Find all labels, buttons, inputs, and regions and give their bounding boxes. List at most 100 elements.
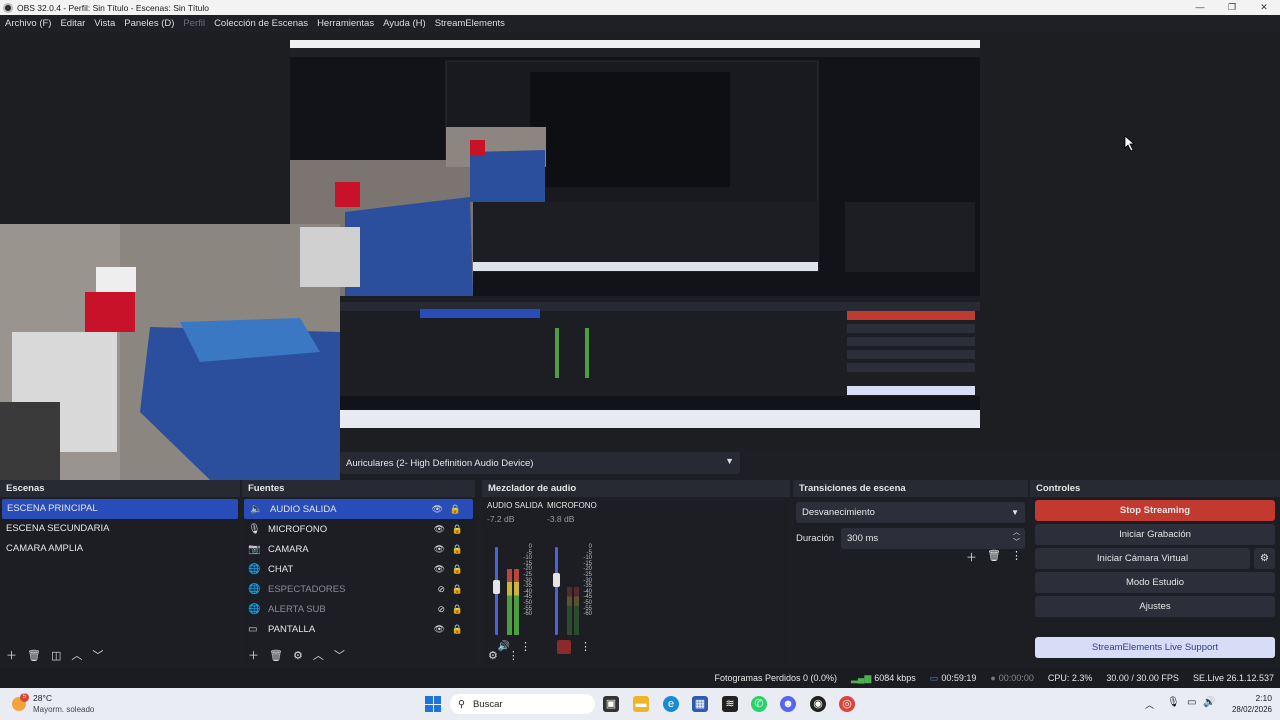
weather-desc: Mayorm. soleado (33, 705, 95, 714)
tray-chevron-icon[interactable]: ︿ (1145, 698, 1154, 711)
settings-button[interactable]: Ajustes (1035, 596, 1275, 617)
add-source-button[interactable]: ＋ (248, 647, 259, 663)
fps: 30.00 / 30.00 FPS (1106, 673, 1179, 683)
mixer-toolbar: ⚙ ⋮ (482, 644, 790, 666)
stream-icon: ▭ (929, 672, 939, 683)
level-meter (567, 586, 572, 635)
source-item[interactable]: 📷 CAMARA 👁 🔒 (242, 539, 475, 559)
task-view-icon[interactable]: ▣ (603, 696, 619, 712)
menu-item-1[interactable]: Editar (60, 18, 85, 29)
preview-canvas[interactable] (0, 32, 980, 480)
mixer-settings-icon[interactable]: ⚙ (488, 649, 498, 662)
record-time: 00:00:00 (998, 673, 1034, 683)
menu-item-2[interactable]: Vista (94, 18, 115, 29)
eye-icon[interactable]: 👁 (434, 524, 445, 535)
menu-item-4[interactable]: Perfil (183, 18, 205, 29)
clock-time[interactable]: 2:10 (1222, 693, 1272, 703)
move-down-button[interactable]: ﹀ (334, 647, 345, 663)
gear-icon[interactable]: ⚙ (1254, 548, 1275, 569)
status-bar: Fotogramas Perdidos 0 (0.0%) ▂▄▆ 6084 kb… (0, 668, 1280, 688)
volume-fader[interactable] (555, 547, 558, 635)
move-up-button[interactable]: ︿ (313, 647, 324, 663)
eye-icon[interactable]: 👁 (432, 504, 443, 515)
whatsapp-icon[interactable]: ✆ (751, 696, 767, 712)
menu-item-3[interactable]: Paneles (D) (124, 18, 174, 29)
sources-dock: Fuentes 🔈 AUDIO SALIDA 👁 🔒 🎙 MICROFONO 👁 🔒 📷 CAMA… (242, 480, 475, 666)
clock-date[interactable]: 28/02/2026 (1222, 705, 1272, 714)
mixer-channels: AUDIO SALIDA -7.2 dB 0 -5 -10 -15 -20 -25 -30 -35… (482, 497, 790, 654)
taskbar-search[interactable]: ⚲ Buscar (450, 694, 595, 714)
obs-icon[interactable]: ◉ (810, 696, 826, 712)
source-item[interactable]: 🎙 MICROFONO 👁 🔒 (242, 519, 475, 539)
scene-item[interactable]: CAMARA AMPLIA (0, 539, 240, 559)
source-item[interactable]: 🔈 AUDIO SALIDA 👁 🔒 (244, 499, 473, 519)
lock-icon[interactable]: 🔒 (452, 564, 463, 575)
menu-item-7[interactable]: Ayuda (H) (383, 18, 426, 29)
menu-item-0[interactable]: Archivo (F) (5, 18, 51, 29)
sources-list: 🔈 AUDIO SALIDA 👁 🔒 🎙 MICROFONO 👁 🔒 📷 CAMARA 👁 🔒 🌐 CHA… (242, 497, 475, 639)
minimize-button[interactable]: — (1184, 0, 1216, 15)
move-up-button[interactable]: ︿ (71, 647, 82, 663)
source-item[interactable]: 🌐 ALERTA SUB ⊘ 🔒 (242, 599, 475, 619)
eye-icon[interactable]: 👁 (434, 564, 445, 575)
lock-icon[interactable]: 🔒 (450, 504, 461, 515)
weather-badge: 5 (20, 693, 29, 702)
edge-icon[interactable]: e (663, 696, 679, 712)
gear-icon[interactable]: ⚙ (293, 649, 303, 662)
lock-icon[interactable]: 🔒 (452, 524, 463, 535)
network-icon[interactable]: ▭ (1187, 697, 1196, 708)
eye-hidden-icon[interactable]: ⊘ (437, 604, 445, 615)
volume-icon[interactable]: 🔊 (1203, 697, 1215, 708)
eye-hidden-icon[interactable]: ⊘ (437, 584, 445, 595)
volume-fader-knob[interactable] (553, 573, 560, 588)
virtual-camera-button[interactable]: Iniciar Cámara Virtual (1035, 548, 1250, 569)
source-item[interactable]: 🌐 CHAT 👁 🔒 (242, 559, 475, 579)
maximize-button[interactable]: ❐ (1216, 0, 1248, 15)
windows-start-icon[interactable] (425, 696, 441, 712)
scene-item[interactable]: ESCENA SECUNDARIA (0, 519, 240, 539)
app-icon[interactable]: ≋ (722, 696, 738, 712)
microphone-tray-icon[interactable]: 🎙 (1167, 697, 1180, 708)
transition-select[interactable]: Desvanecimiento ▼ (796, 502, 1025, 523)
filter-icon[interactable]: ◫ (51, 649, 61, 662)
source-item[interactable]: 🌐 ESPECTADORES ⊘ 🔒 (242, 579, 475, 599)
chrome-icon[interactable]: ◎ (839, 696, 855, 712)
support-button[interactable]: StreamElements Live Support (1035, 637, 1275, 658)
add-transition-button[interactable]: ＋ (966, 549, 977, 565)
remove-scene-button[interactable]: 🗑 (27, 649, 41, 662)
eye-icon[interactable]: 👁 (434, 544, 445, 555)
more-options-icon[interactable]: ⋮ (508, 649, 519, 662)
obs-logo-icon (3, 2, 13, 13)
chevron-down-icon: ▼ (1011, 508, 1019, 517)
move-down-button[interactable]: ﹀ (92, 647, 103, 663)
source-item[interactable]: ▭ PANTALLA 👁 🔒 (242, 619, 475, 639)
remove-transition-button[interactable]: 🗑 (987, 549, 1001, 565)
discord-icon[interactable]: ☻ (780, 696, 796, 712)
studio-mode-button[interactable]: Modo Estudio (1035, 572, 1275, 593)
menu-item-8[interactable]: StreamElements (435, 18, 505, 29)
lock-icon[interactable]: 🔒 (452, 544, 463, 555)
store-icon[interactable]: ▦ (692, 696, 708, 712)
volume-fader-knob[interactable] (493, 580, 500, 595)
sources-toolbar: ＋ 🗑 ⚙ ︿ ﹀ (242, 644, 475, 666)
menu-item-6[interactable]: Herramientas (317, 18, 374, 29)
transitions-dock: Transiciones de escena Desvanecimiento ▼… (793, 480, 1028, 666)
file-explorer-icon[interactable]: ▬ (633, 696, 649, 712)
lock-icon[interactable]: 🔒 (452, 584, 463, 595)
eye-icon[interactable]: 👁 (434, 624, 445, 635)
menu-item-5[interactable]: Colección de Escenas (214, 18, 308, 29)
duration-input[interactable]: 300 ms ︿ ﹀ (841, 528, 1025, 549)
search-icon: ⚲ (458, 698, 465, 710)
level-meter (507, 569, 512, 635)
scene-item[interactable]: ESCENA PRINCIPAL (2, 499, 238, 519)
remove-source-button[interactable]: 🗑 (269, 649, 283, 662)
spinner-icon[interactable]: ︿ ﹀ (1013, 528, 1020, 548)
more-options-icon[interactable]: ⋮ (1011, 549, 1022, 565)
audio-device-select[interactable]: Auriculares (2- High Definition Audio De… (340, 452, 740, 474)
add-scene-button[interactable]: ＋ (6, 647, 17, 663)
stop-streaming-button[interactable]: Stop Streaming (1035, 500, 1275, 521)
lock-icon[interactable]: 🔒 (452, 604, 463, 615)
close-button[interactable]: ✕ (1248, 0, 1280, 15)
lock-icon[interactable]: 🔒 (452, 624, 463, 635)
start-recording-button[interactable]: Iniciar Grabación (1035, 524, 1275, 545)
